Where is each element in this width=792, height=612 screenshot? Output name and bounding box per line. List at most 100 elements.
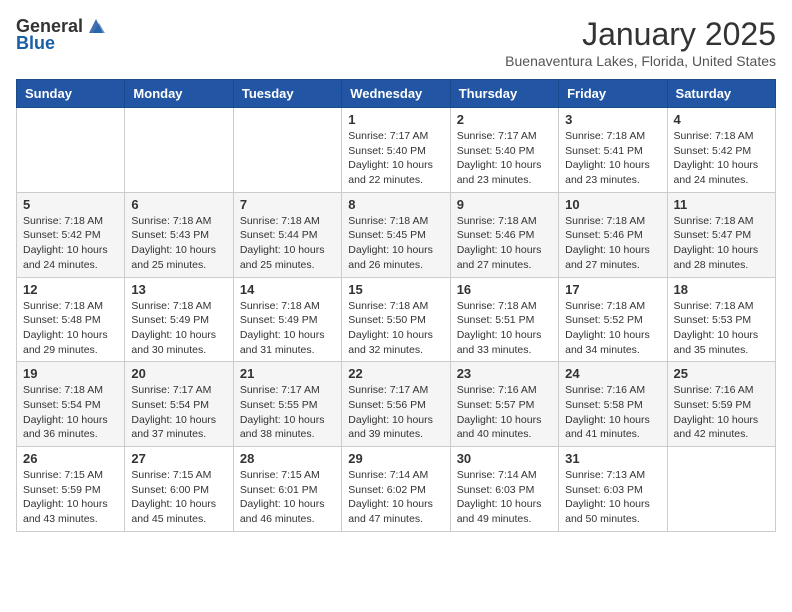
calendar-table: SundayMondayTuesdayWednesdayThursdayFrid… (16, 79, 776, 532)
calendar-cell: 21 Sunrise: 7:17 AM Sunset: 5:55 PM Dayli… (233, 362, 341, 447)
calendar-cell: 12 Sunrise: 7:18 AM Sunset: 5:48 PM Dayli… (17, 277, 125, 362)
day-number: 29 (348, 451, 443, 466)
calendar-cell (667, 447, 775, 532)
calendar-cell: 13 Sunrise: 7:18 AM Sunset: 5:49 PM Dayli… (125, 277, 233, 362)
day-info: Sunrise: 7:18 AM Sunset: 5:45 PM Dayligh… (348, 214, 443, 273)
day-number: 28 (240, 451, 335, 466)
day-info: Sunrise: 7:18 AM Sunset: 5:54 PM Dayligh… (23, 383, 118, 442)
calendar-day-header: Friday (559, 80, 667, 108)
calendar-cell: 15 Sunrise: 7:18 AM Sunset: 5:50 PM Dayli… (342, 277, 450, 362)
title-block: January 2025 Buenaventura Lakes, Florida… (505, 16, 776, 69)
day-info: Sunrise: 7:18 AM Sunset: 5:42 PM Dayligh… (23, 214, 118, 273)
calendar-cell: 9 Sunrise: 7:18 AM Sunset: 5:46 PM Daylig… (450, 192, 558, 277)
day-number: 13 (131, 282, 226, 297)
day-number: 11 (674, 197, 769, 212)
day-number: 18 (674, 282, 769, 297)
calendar-cell: 2Sunrise: 7:17 AM Sunset: 5:40 PM Daylig… (450, 108, 558, 193)
day-info: Sunrise: 7:18 AM Sunset: 5:51 PM Dayligh… (457, 299, 552, 358)
day-number: 17 (565, 282, 660, 297)
day-number: 16 (457, 282, 552, 297)
page-header: General Blue January 2025 Buenaventura L… (16, 16, 776, 69)
day-info: Sunrise: 7:17 AM Sunset: 5:54 PM Dayligh… (131, 383, 226, 442)
day-number: 30 (457, 451, 552, 466)
calendar-cell (17, 108, 125, 193)
day-info: Sunrise: 7:16 AM Sunset: 5:57 PM Dayligh… (457, 383, 552, 442)
calendar-day-header: Sunday (17, 80, 125, 108)
day-number: 10 (565, 197, 660, 212)
calendar-week-row: 26 Sunrise: 7:15 AM Sunset: 5:59 PM Dayli… (17, 447, 776, 532)
calendar-cell: 6 Sunrise: 7:18 AM Sunset: 5:43 PM Daylig… (125, 192, 233, 277)
calendar-cell: 25 Sunrise: 7:16 AM Sunset: 5:59 PM Dayli… (667, 362, 775, 447)
calendar-cell: 27 Sunrise: 7:15 AM Sunset: 6:00 PM Dayli… (125, 447, 233, 532)
calendar-day-header: Monday (125, 80, 233, 108)
calendar-day-header: Tuesday (233, 80, 341, 108)
calendar-cell: 14Sunrise: 7:18 AM Sunset: 5:49 PM Dayli… (233, 277, 341, 362)
day-number: 25 (674, 366, 769, 381)
day-info: Sunrise: 7:17 AM Sunset: 5:56 PM Dayligh… (348, 383, 443, 442)
calendar-cell: 31 Sunrise: 7:13 AM Sunset: 6:03 PM Dayli… (559, 447, 667, 532)
calendar-cell: 19Sunrise: 7:18 AM Sunset: 5:54 PM Dayli… (17, 362, 125, 447)
day-info: Sunrise: 7:18 AM Sunset: 5:49 PM Dayligh… (240, 299, 335, 358)
day-info: Sunrise: 7:18 AM Sunset: 5:46 PM Dayligh… (565, 214, 660, 273)
calendar-cell: 22Sunrise: 7:17 AM Sunset: 5:56 PM Dayli… (342, 362, 450, 447)
calendar-cell: 8 Sunrise: 7:18 AM Sunset: 5:45 PM Daylig… (342, 192, 450, 277)
day-info: Sunrise: 7:18 AM Sunset: 5:50 PM Dayligh… (348, 299, 443, 358)
location: Buenaventura Lakes, Florida, United Stat… (505, 53, 776, 69)
day-number: 1 (348, 112, 443, 127)
day-number: 15 (348, 282, 443, 297)
day-number: 12 (23, 282, 118, 297)
day-info: Sunrise: 7:16 AM Sunset: 5:59 PM Dayligh… (674, 383, 769, 442)
calendar-day-header: Thursday (450, 80, 558, 108)
month-title: January 2025 (505, 16, 776, 53)
day-number: 4 (674, 112, 769, 127)
calendar-day-header: Wednesday (342, 80, 450, 108)
calendar-cell: 4 Sunrise: 7:18 AM Sunset: 5:42 PM Daylig… (667, 108, 775, 193)
calendar-cell: 28 Sunrise: 7:15 AM Sunset: 6:01 PM Dayli… (233, 447, 341, 532)
calendar-cell: 1 Sunrise: 7:17 AM Sunset: 5:40 PM Daylig… (342, 108, 450, 193)
day-number: 21 (240, 366, 335, 381)
day-info: Sunrise: 7:15 AM Sunset: 5:59 PM Dayligh… (23, 468, 118, 527)
day-info: Sunrise: 7:18 AM Sunset: 5:47 PM Dayligh… (674, 214, 769, 273)
calendar-cell: 18 Sunrise: 7:18 AM Sunset: 5:53 PM Dayli… (667, 277, 775, 362)
day-number: 9 (457, 197, 552, 212)
calendar-week-row: 19Sunrise: 7:18 AM Sunset: 5:54 PM Dayli… (17, 362, 776, 447)
calendar-cell: 26 Sunrise: 7:15 AM Sunset: 5:59 PM Dayli… (17, 447, 125, 532)
day-number: 26 (23, 451, 118, 466)
day-info: Sunrise: 7:18 AM Sunset: 5:44 PM Dayligh… (240, 214, 335, 273)
day-info: Sunrise: 7:15 AM Sunset: 6:01 PM Dayligh… (240, 468, 335, 527)
calendar-cell: 10 Sunrise: 7:18 AM Sunset: 5:46 PM Dayli… (559, 192, 667, 277)
day-info: Sunrise: 7:18 AM Sunset: 5:48 PM Dayligh… (23, 299, 118, 358)
day-info: Sunrise: 7:17 AM Sunset: 5:55 PM Dayligh… (240, 383, 335, 442)
day-info: Sunrise: 7:14 AM Sunset: 6:02 PM Dayligh… (348, 468, 443, 527)
calendar-cell: 24Sunrise: 7:16 AM Sunset: 5:58 PM Dayli… (559, 362, 667, 447)
day-info: Sunrise: 7:18 AM Sunset: 5:53 PM Dayligh… (674, 299, 769, 358)
day-info: Sunrise: 7:15 AM Sunset: 6:00 PM Dayligh… (131, 468, 226, 527)
day-number: 31 (565, 451, 660, 466)
day-info: Sunrise: 7:18 AM Sunset: 5:42 PM Dayligh… (674, 129, 769, 188)
calendar-week-row: 12 Sunrise: 7:18 AM Sunset: 5:48 PM Dayli… (17, 277, 776, 362)
day-info: Sunrise: 7:18 AM Sunset: 5:52 PM Dayligh… (565, 299, 660, 358)
calendar-cell (233, 108, 341, 193)
calendar-day-header: Saturday (667, 80, 775, 108)
calendar-cell: 20 Sunrise: 7:17 AM Sunset: 5:54 PM Dayli… (125, 362, 233, 447)
day-info: Sunrise: 7:18 AM Sunset: 5:43 PM Dayligh… (131, 214, 226, 273)
day-info: Sunrise: 7:14 AM Sunset: 6:03 PM Dayligh… (457, 468, 552, 527)
calendar-header-row: SundayMondayTuesdayWednesdayThursdayFrid… (17, 80, 776, 108)
day-number: 6 (131, 197, 226, 212)
day-number: 2 (457, 112, 552, 127)
day-number: 8 (348, 197, 443, 212)
day-number: 27 (131, 451, 226, 466)
calendar-cell: 7 Sunrise: 7:18 AM Sunset: 5:44 PM Daylig… (233, 192, 341, 277)
day-info: Sunrise: 7:17 AM Sunset: 5:40 PM Dayligh… (348, 129, 443, 188)
calendar-week-row: 1 Sunrise: 7:17 AM Sunset: 5:40 PM Daylig… (17, 108, 776, 193)
day-info: Sunrise: 7:18 AM Sunset: 5:49 PM Dayligh… (131, 299, 226, 358)
day-number: 5 (23, 197, 118, 212)
day-info: Sunrise: 7:18 AM Sunset: 5:46 PM Dayligh… (457, 214, 552, 273)
calendar-cell: 16 Sunrise: 7:18 AM Sunset: 5:51 PM Dayli… (450, 277, 558, 362)
day-number: 23 (457, 366, 552, 381)
day-number: 20 (131, 366, 226, 381)
day-number: 7 (240, 197, 335, 212)
day-info: Sunrise: 7:13 AM Sunset: 6:03 PM Dayligh… (565, 468, 660, 527)
day-info: Sunrise: 7:18 AM Sunset: 5:41 PM Dayligh… (565, 129, 660, 188)
calendar-cell: 3Sunrise: 7:18 AM Sunset: 5:41 PM Daylig… (559, 108, 667, 193)
